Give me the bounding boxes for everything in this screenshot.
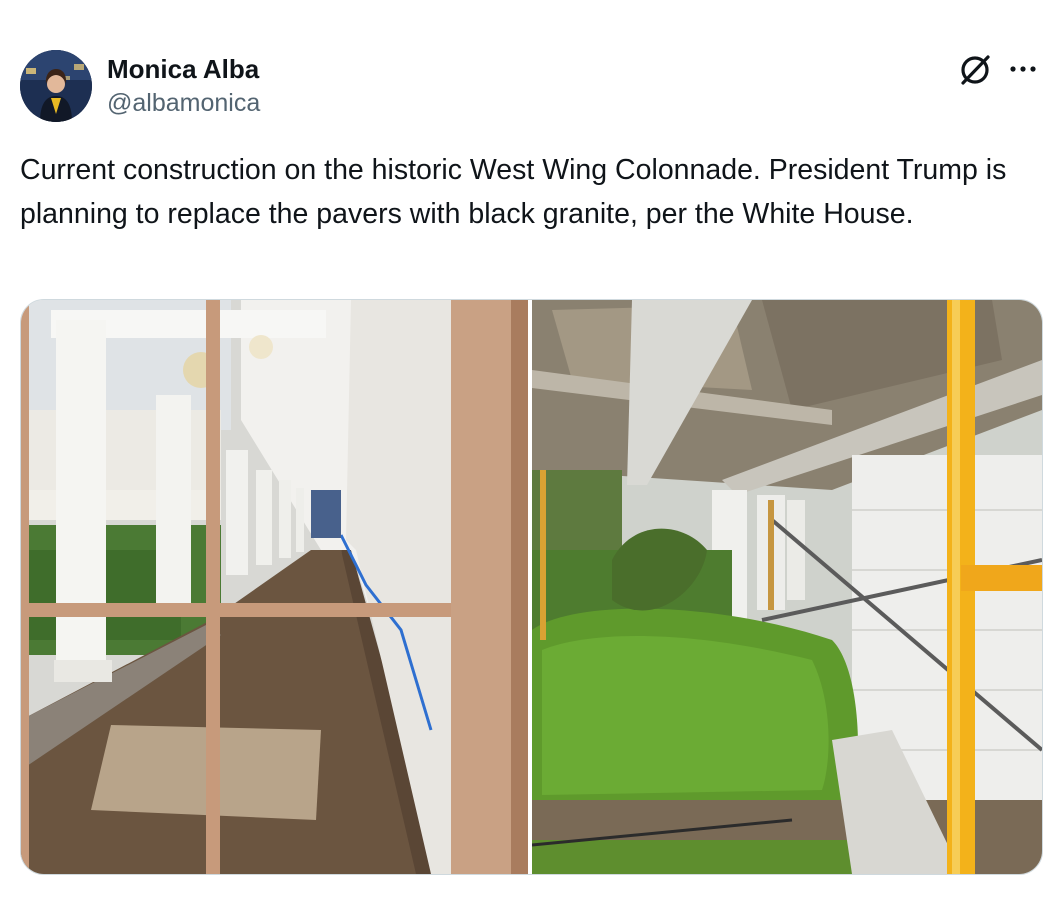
tweet-card: Monica Alba @albamonica Current construc… (0, 0, 1064, 898)
photo-1[interactable] (21, 300, 528, 874)
more-options-icon[interactable] (1006, 52, 1040, 86)
grok-icon[interactable] (957, 52, 993, 88)
photo-2[interactable] (532, 300, 1042, 874)
author-avatar[interactable] (20, 50, 92, 122)
author-name[interactable]: Monica Alba (107, 53, 260, 85)
author-handle[interactable]: @albamonica (107, 87, 260, 119)
avatar-image (20, 50, 92, 122)
tweet-text: Current construction on the historic Wes… (20, 154, 1007, 230)
author-info[interactable]: Monica Alba @albamonica (107, 53, 260, 119)
media-grid (20, 299, 1043, 875)
